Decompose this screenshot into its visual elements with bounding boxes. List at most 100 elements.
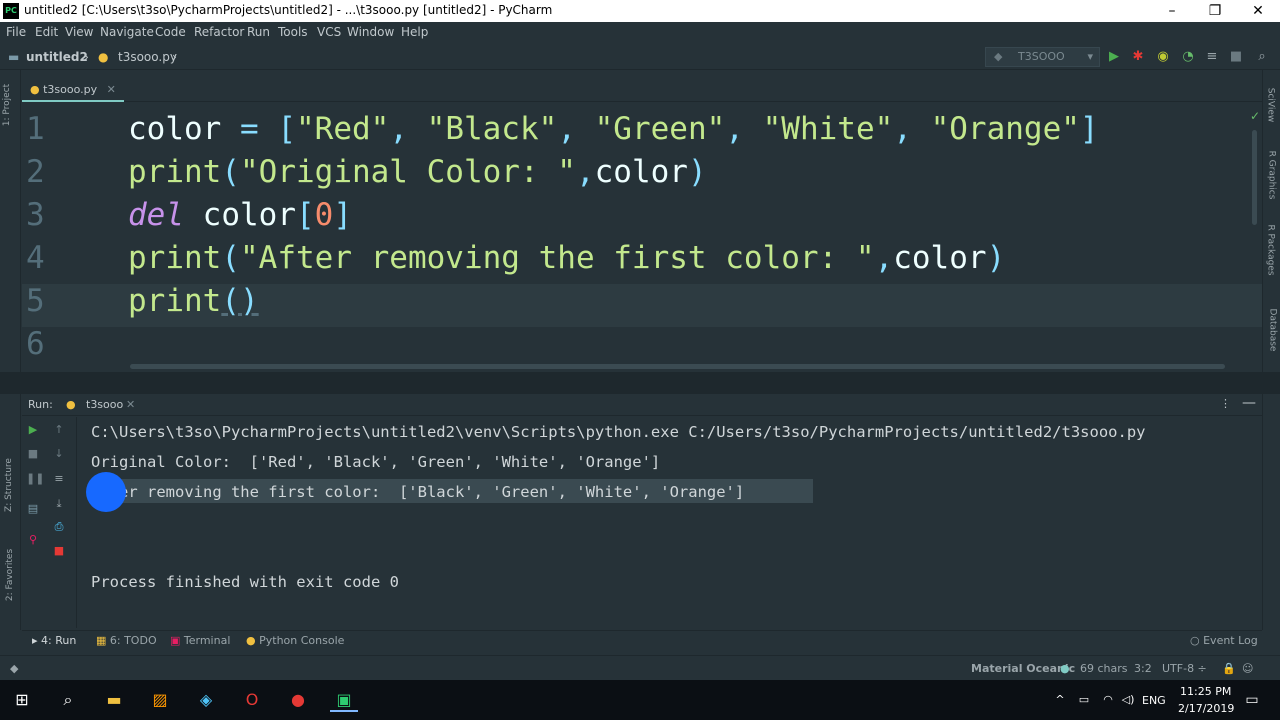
menu-window[interactable]: Window	[347, 25, 394, 39]
code-editor[interactable]: 1 2 3 4 5 6 color = ["Red", "Black", "Gr…	[22, 103, 1262, 369]
editor-tab-bar: ● t3sooo.py ✕	[22, 80, 1262, 102]
menu-refactor[interactable]: Refactor	[194, 25, 244, 39]
console-line: C:\Users\t3so\PycharmProjects\untitled2\…	[91, 423, 1146, 441]
run-icon[interactable]: ▶	[1106, 49, 1122, 65]
inspector-icon[interactable]: ☺	[1242, 662, 1253, 675]
close-window-button[interactable]: ✕	[1235, 0, 1280, 22]
structure-tool-button[interactable]: Z: Structure	[4, 458, 14, 512]
layout-icon[interactable]: ▤	[26, 502, 40, 516]
pause-icon[interactable]: ❚❚	[26, 472, 44, 486]
run-panel-header: Run: ● t3sooo ✕ ⋮ —	[22, 394, 1262, 416]
tab-terminal[interactable]: ▣ Terminal	[170, 634, 230, 647]
up-arrow-icon[interactable]: ↑	[52, 423, 66, 437]
close-icon[interactable]: ✕	[126, 398, 135, 411]
more-options-icon[interactable]: ⋮	[1220, 397, 1231, 410]
notifications-icon[interactable]: ▭	[1238, 688, 1266, 712]
console-line: Original Color: ['Red', 'Black', 'Green'…	[91, 453, 661, 471]
recorder-icon[interactable]: ●	[284, 688, 312, 712]
run-tab-t3sooo[interactable]: t3sooo	[86, 398, 123, 411]
menu-help[interactable]: Help	[401, 25, 428, 39]
concurrency-icon[interactable]: ≡	[1204, 49, 1220, 65]
python-run-icon: ●	[66, 398, 76, 411]
maximize-button[interactable]: ❐	[1192, 0, 1238, 22]
rerun-icon[interactable]: ▶	[26, 423, 40, 437]
menu-vcs[interactable]: VCS	[317, 25, 341, 39]
python-file-icon: ●	[98, 50, 109, 64]
title-bar: PC untitled2 [C:\Users\t3so\PycharmProje…	[0, 0, 1280, 22]
menu-edit[interactable]: Edit	[35, 25, 58, 39]
console-line: Process finished with exit code 0	[91, 573, 399, 591]
theme-dot-icon: ●	[1060, 662, 1070, 675]
scroll-to-end-icon[interactable]: ⤓	[52, 497, 66, 511]
cursor-position[interactable]: 3:2	[1134, 662, 1152, 675]
pycharm-taskbar-icon[interactable]: ▣	[330, 688, 358, 712]
horizontal-scrollbar[interactable]	[130, 364, 1225, 369]
profile-icon[interactable]: ◔	[1180, 49, 1196, 65]
search-icon[interactable]: ⌕	[1254, 49, 1270, 65]
tab-python-console[interactable]: ● Python Console	[246, 634, 344, 647]
opera-icon[interactable]: O	[238, 688, 266, 712]
app-icon[interactable]: ◈	[192, 688, 220, 712]
line-number: 1	[26, 111, 45, 147]
char-count: 69 chars	[1080, 662, 1128, 675]
trash-icon[interactable]: ■	[52, 544, 66, 558]
database-tool-button[interactable]: Database	[1267, 309, 1277, 352]
menu-view[interactable]: View	[65, 25, 93, 39]
lock-icon[interactable]: 🔒	[1222, 662, 1236, 675]
breadcrumb-project[interactable]: untitled2	[26, 50, 88, 64]
language-indicator[interactable]: ENG	[1142, 694, 1166, 707]
terminal-icon: ▣	[170, 634, 184, 647]
r-packages-tool-button[interactable]: R Packages	[1266, 224, 1276, 275]
clock-date[interactable]: 2/17/2019	[1178, 702, 1234, 715]
menu-code[interactable]: Code	[155, 25, 186, 39]
encoding-select[interactable]: UTF-8 ÷	[1162, 662, 1207, 675]
down-arrow-icon[interactable]: ↓	[52, 447, 66, 461]
menu-tools[interactable]: Tools	[278, 25, 308, 39]
sciview-tool-button[interactable]: SciView	[1265, 88, 1275, 123]
print-icon[interactable]: ⎙	[52, 520, 66, 534]
stop-icon[interactable]: ■	[26, 447, 40, 461]
breadcrumb-file[interactable]: t3sooo.py	[118, 50, 177, 64]
minimize-button[interactable]: –	[1149, 0, 1195, 22]
navigation-bar: ▬ untitled2 › ● t3sooo.py › T3SOOO ▾ ◆ ▶…	[0, 44, 1280, 70]
debug-icon[interactable]: ✱	[1130, 49, 1146, 65]
line-number: 5	[26, 283, 45, 319]
menu-run[interactable]: Run	[247, 25, 270, 39]
coverage-icon[interactable]: ◉	[1155, 49, 1171, 65]
menu-navigate[interactable]: Navigate	[100, 25, 154, 39]
project-tool-button[interactable]: 1: Project	[2, 84, 12, 126]
vertical-scrollbar[interactable]	[1252, 130, 1257, 225]
tab-t3sooo[interactable]: ● t3sooo.py ✕	[22, 80, 124, 102]
pin-icon[interactable]: ⚲	[26, 533, 40, 547]
chevron-right-icon: ›	[172, 50, 177, 64]
tab-todo[interactable]: ▦ 6: TODO	[96, 634, 157, 647]
line-number: 4	[26, 240, 45, 276]
search-icon[interactable]: ⌕	[54, 688, 82, 712]
chevron-down-icon: ▾	[1087, 50, 1093, 63]
stop-icon[interactable]: ■	[1228, 49, 1244, 65]
favorites-tool-button[interactable]: 2: Favorites	[5, 549, 15, 601]
tab-run[interactable]: ▸ 4: Run	[32, 634, 76, 647]
menu-file[interactable]: File	[6, 25, 26, 39]
code-line-2: print("Original Color: ",color)	[128, 154, 707, 190]
tool-windows-icon[interactable]: ◆	[10, 662, 18, 675]
panel-separator	[0, 372, 1280, 394]
file-explorer-icon[interactable]: ▬	[100, 688, 128, 712]
run-configuration-select[interactable]: T3SOOO ▾ ◆	[985, 47, 1100, 67]
r-graphics-tool-button[interactable]: R Graphics	[1266, 151, 1276, 200]
windows-start-icon[interactable]: ⊞	[8, 688, 36, 712]
soft-wrap-icon[interactable]: ≡	[52, 472, 66, 486]
sublime-icon[interactable]: ▨	[146, 688, 174, 712]
code-line-4: print("After removing the first color: "…	[128, 240, 1006, 276]
volume-icon[interactable]: ◁)	[1114, 688, 1142, 712]
windows-taskbar: ⊞ ⌕ ▬ ▨ ◈ O ● ▣ ^ ▭ ◠ ◁) ENG 11:25 PM 2/…	[0, 680, 1280, 720]
clock-time[interactable]: 11:25 PM	[1180, 685, 1231, 698]
bottom-tool-tabs: ▸ 4: Run ▦ 6: TODO ▣ Terminal ● Python C…	[22, 630, 1262, 650]
close-icon[interactable]: ✕	[107, 83, 116, 96]
status-bar: ◆ Material Oceanic ● 69 chars 3:2 UTF-8 …	[0, 655, 1280, 679]
window-title: untitled2 [C:\Users\t3so\PycharmProjects…	[24, 3, 553, 17]
run-console[interactable]: C:\Users\t3so\PycharmProjects\untitled2\…	[76, 417, 1262, 628]
python-file-icon: ●	[30, 83, 44, 96]
tab-event-log[interactable]: ○ Event Log	[1190, 634, 1258, 647]
hide-panel-icon[interactable]: —	[1242, 395, 1256, 411]
